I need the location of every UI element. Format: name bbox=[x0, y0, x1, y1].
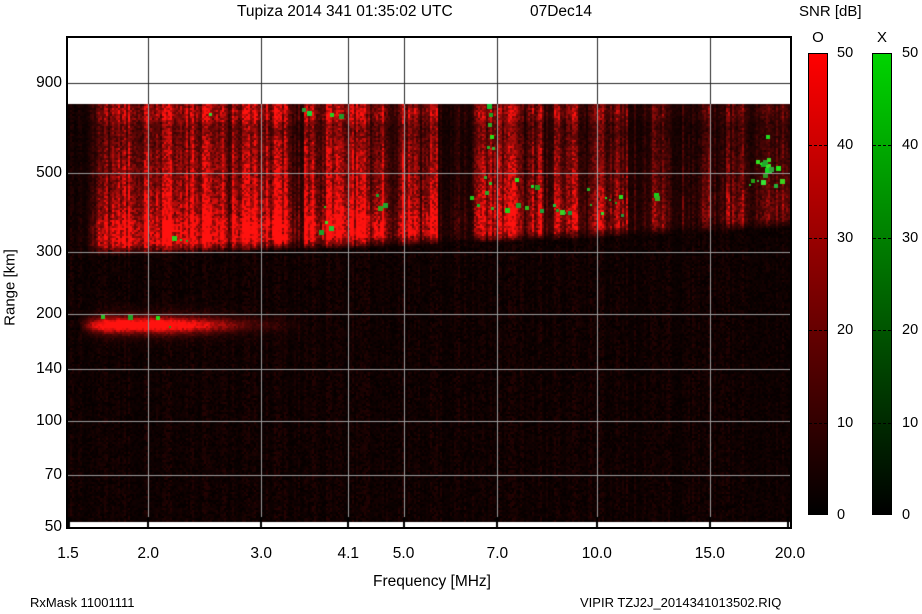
colorbar-tick-dash bbox=[873, 330, 891, 332]
x-tick-label: 4.1 bbox=[337, 545, 360, 562]
y-tick-label: 70 bbox=[44, 466, 62, 484]
colorbar-tick-dash bbox=[809, 422, 827, 424]
x-colorbar-tick-label: 40 bbox=[902, 137, 919, 154]
x-tick-label: 20.0 bbox=[774, 545, 806, 562]
y-tick-label: 300 bbox=[36, 242, 62, 260]
colorbar-tick-dash bbox=[873, 422, 891, 424]
rxmask-annotation: RxMask 11001111 bbox=[30, 595, 135, 610]
x-tick-label: 3.0 bbox=[250, 545, 272, 562]
ionogram-canvas bbox=[68, 38, 790, 527]
x-tick-label: 5.0 bbox=[392, 545, 415, 562]
x-tick-label: 10.0 bbox=[581, 545, 612, 562]
plot-title: Tupiza 2014 341 01:35:02 UTC bbox=[237, 3, 453, 20]
y-tick-label: 140 bbox=[36, 359, 62, 377]
colorbar-tick-dash bbox=[809, 237, 827, 239]
colorbar-tick-dash bbox=[809, 330, 827, 332]
x-colorbar-tick-label: 10 bbox=[902, 414, 919, 431]
plot-date: 07Dec14 bbox=[530, 3, 593, 20]
o-colorbar-tick-label: 40 bbox=[837, 137, 854, 154]
x-colorbar-tick-label: 20 bbox=[902, 322, 919, 339]
colorbar-o-gradient bbox=[808, 53, 828, 515]
colorbar-title: SNR [dB] bbox=[799, 3, 862, 20]
colorbar-x-gradient bbox=[872, 53, 892, 515]
y-tick-label: 50 bbox=[44, 517, 62, 535]
colorbar-tick-dash bbox=[873, 237, 891, 239]
o-colorbar-tick-label: 50 bbox=[837, 45, 854, 61]
y-tick-label: 200 bbox=[36, 305, 62, 323]
o-colorbar-tick-label: 20 bbox=[837, 322, 854, 339]
o-colorbar-tick-label: 0 bbox=[837, 507, 846, 523]
x-tick-label: 15.0 bbox=[694, 545, 725, 562]
y-axis-label: Range [km] bbox=[1, 249, 19, 326]
x-tick-label: 7.0 bbox=[486, 545, 509, 562]
colorbar-tick-dash bbox=[809, 145, 827, 147]
o-colorbar-tick-label: 30 bbox=[837, 229, 854, 246]
plot-frame bbox=[66, 36, 792, 529]
x-tick-label: 2.0 bbox=[137, 545, 159, 562]
x-axis-label: Frequency [MHz] bbox=[372, 573, 491, 590]
o-colorbar-tick-label: 10 bbox=[837, 414, 854, 431]
colorbar-o-label: O bbox=[812, 29, 824, 46]
y-tick-label: 900 bbox=[36, 74, 62, 91]
x-colorbar-tick-label: 30 bbox=[902, 229, 919, 246]
y-tick-label: 100 bbox=[36, 411, 62, 429]
colorbar-tick-dash bbox=[873, 145, 891, 147]
x-colorbar-tick-label: 50 bbox=[902, 45, 919, 61]
colorbar-x-label: X bbox=[876, 29, 887, 46]
y-tick-label: 500 bbox=[36, 164, 62, 182]
x-tick-label: 1.5 bbox=[57, 545, 79, 562]
ionogram-screen: Tupiza 2014 341 01:35:02 UTC 07Dec14 Ran… bbox=[0, 0, 922, 614]
x-colorbar-tick-label: 0 bbox=[902, 507, 911, 523]
filename-annotation: VIPIR TZJ2J_2014341013502.RIQ bbox=[580, 595, 782, 610]
